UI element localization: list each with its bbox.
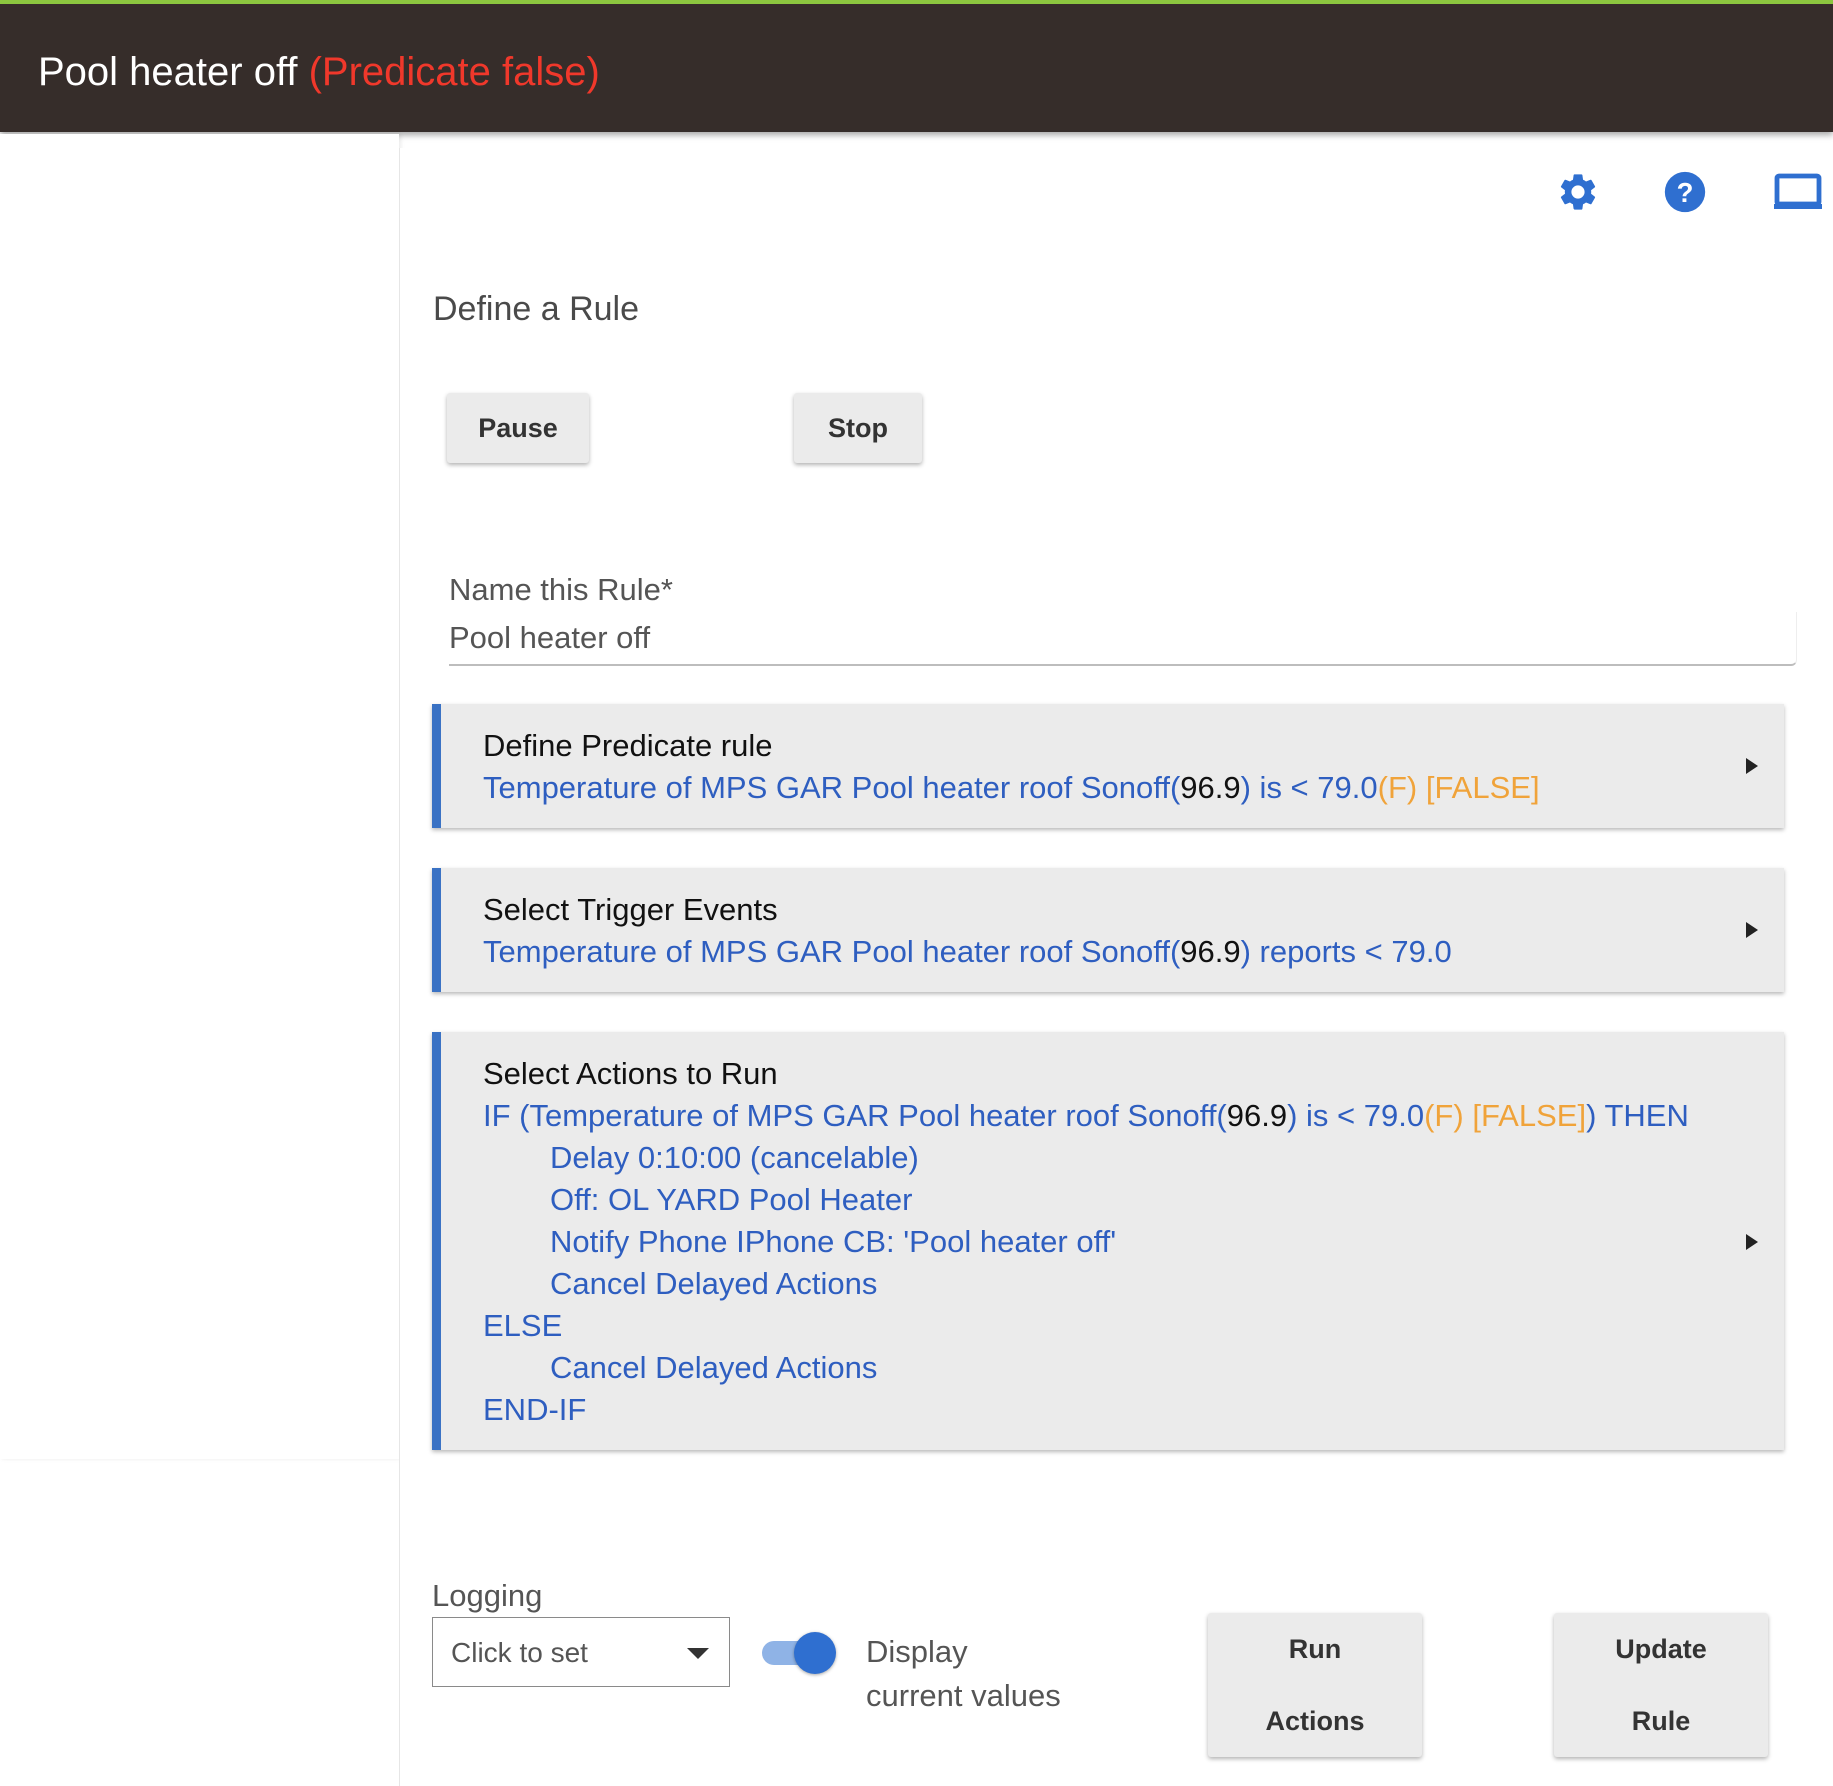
actions-section[interactable]: Select Actions to Run IF (Temperature of… [432,1032,1784,1450]
pause-button[interactable]: Pause [447,393,589,463]
predicate-title: Define Predicate rule [483,728,773,763]
toggle-knob [794,1632,836,1674]
trigger-summary: Temperature of MPS GAR Pool heater roof … [483,934,1452,969]
expand-arrow-icon[interactable] [1746,758,1758,774]
chevron-down-icon [687,1648,709,1659]
window-icon[interactable] [1770,168,1826,216]
else-action-item: Cancel Delayed Actions [550,1350,878,1385]
svg-text:?: ? [1677,177,1694,208]
display-values-toggle[interactable] [760,1630,836,1674]
actions-if-line: IF (Temperature of MPS GAR Pool heater r… [483,1098,1689,1133]
logging-select[interactable]: Click to set [432,1617,730,1687]
display-values-label: Display current values [866,1634,1061,1713]
app-header: Pool heater off (Predicate false) [0,0,1833,132]
predicate-summary: Temperature of MPS GAR Pool heater roof … [483,770,1540,805]
expand-arrow-icon[interactable] [1746,1234,1758,1250]
action-item: Cancel Delayed Actions [550,1266,878,1301]
rule-name-title: Pool heater off [38,50,298,94]
stop-button[interactable]: Stop [794,393,922,463]
predicate-section[interactable]: Define Predicate rule Temperature of MPS… [432,704,1784,828]
left-panel [0,134,399,1459]
help-icon[interactable]: ? [1661,168,1709,216]
trigger-section[interactable]: Select Trigger Events Temperature of MPS… [432,868,1784,992]
expand-arrow-icon[interactable] [1746,922,1758,938]
else-label: ELSE [483,1308,563,1343]
page-heading: Define a Rule [433,290,640,328]
rule-name-input[interactable] [449,612,1797,666]
logging-label: Logging [432,1578,543,1613]
action-item: Delay 0:10:00 (cancelable) [550,1140,919,1175]
update-rule-button[interactable]: Update Rule [1554,1613,1768,1757]
gear-icon[interactable] [1554,168,1602,216]
rule-name-label: Name this Rule* [449,572,673,607]
action-item: Off: OL YARD Pool Heater [550,1182,913,1217]
action-item: Notify Phone IPhone CB: 'Pool heater off… [550,1224,1117,1259]
trigger-title: Select Trigger Events [483,892,778,927]
end-if-label: END-IF [483,1392,587,1427]
logging-select-value: Click to set [451,1637,588,1668]
actions-title: Select Actions to Run [483,1056,778,1091]
page-title: Pool heater off (Predicate false) [38,50,600,95]
predicate-status: (Predicate false) [308,50,600,94]
run-actions-button[interactable]: Run Actions [1208,1613,1422,1757]
